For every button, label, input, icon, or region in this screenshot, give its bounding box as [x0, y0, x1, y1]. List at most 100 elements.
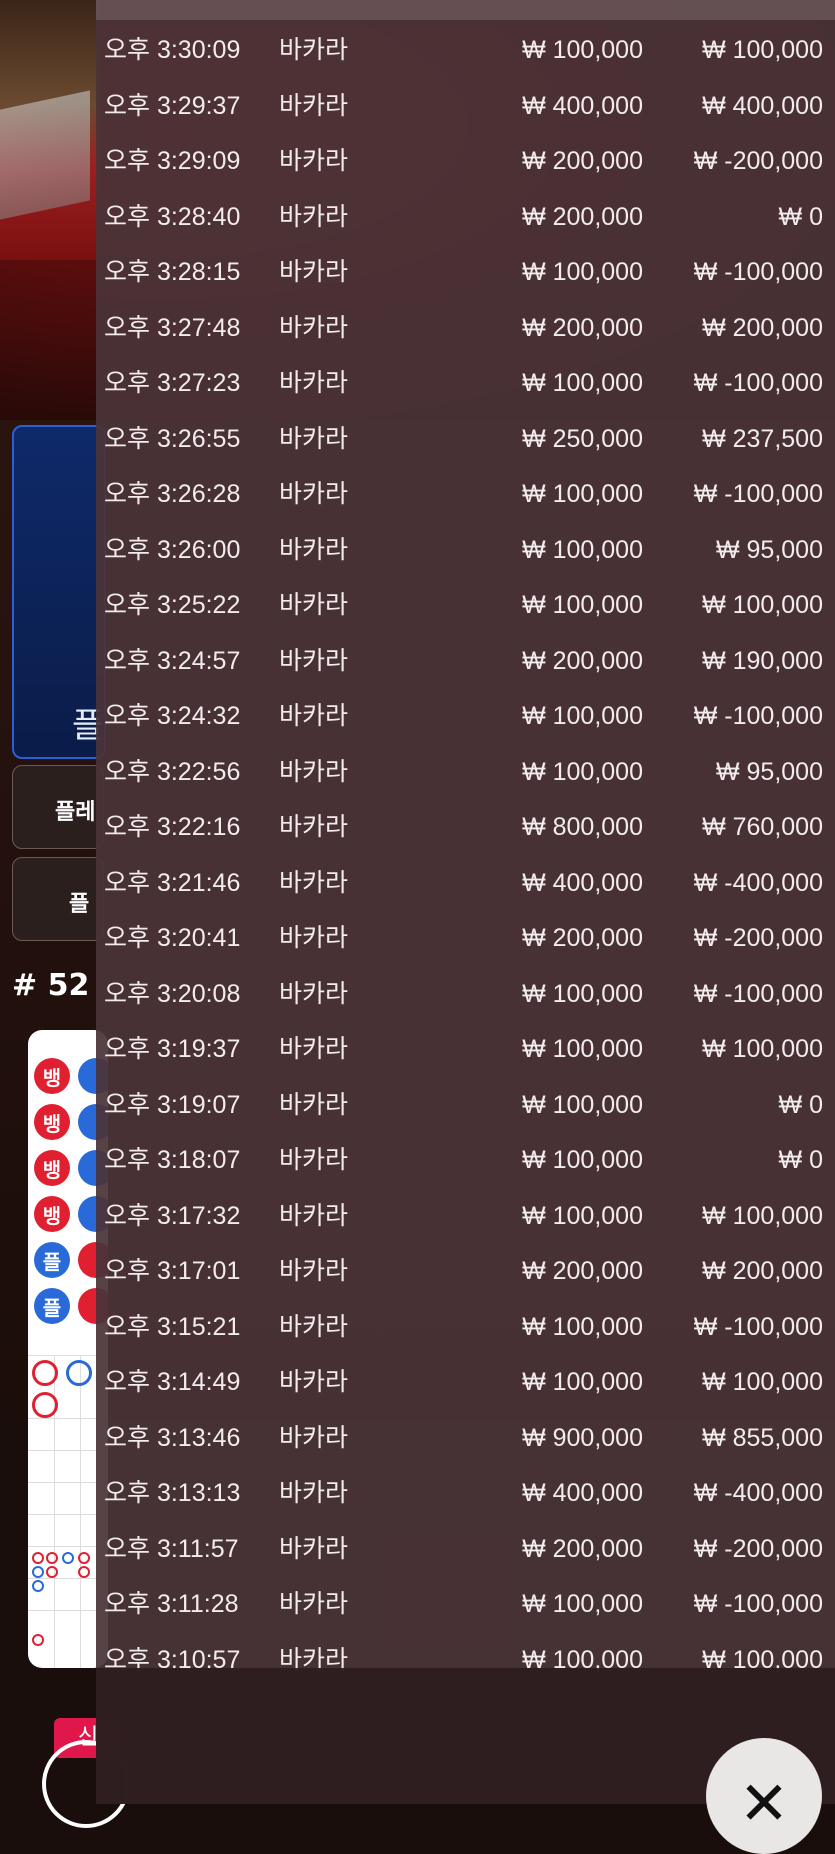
history-bet-amount: ₩ 200,000 — [522, 202, 643, 231]
history-row[interactable]: 오후 3:19:07 바카라 ₩ 100,000 ₩ 0 — [96, 1078, 835, 1134]
history-payout: ₩ -100,000 — [693, 1312, 823, 1341]
history-row[interactable]: 오후 3:14:49 바카라 ₩ 100,000 ₩ 100,000 — [96, 1355, 835, 1411]
history-row[interactable]: 오후 3:20:08 바카라 ₩ 100,000 ₩ -100,000 — [96, 967, 835, 1023]
history-row[interactable]: 오후 3:29:09 바카라 ₩ 200,000 ₩ -200,000 — [96, 134, 835, 190]
history-row[interactable]: 오후 3:26:00 바카라 ₩ 100,000 ₩ 95,000 — [96, 523, 835, 579]
history-time: 오후 3:30:09 — [104, 36, 241, 64]
history-payout: ₩ -100,000 — [693, 369, 823, 397]
history-bet-amount: ₩ 100,000 — [522, 480, 643, 508]
history-row[interactable]: 오후 3:29:37 바카라 ₩ 400,000 ₩ 400,000 — [96, 79, 835, 135]
history-row[interactable]: 오후 3:11:28 바카라 ₩ 100,000 ₩ -100,000 — [96, 1577, 835, 1633]
road-gridline — [80, 1355, 81, 1668]
history-row[interactable]: 오후 3:15:21 바카라 ₩ 100,000 ₩ -100,000 — [96, 1300, 835, 1356]
history-bet-amount: ₩ 400,000 — [522, 91, 643, 120]
history-game: 바카라 — [279, 91, 349, 120]
history-game: 바카라 — [279, 1090, 349, 1119]
history-row[interactable]: 오후 3:24:32 바카라 ₩ 100,000 ₩ -100,000 — [96, 689, 835, 745]
history-payout: ₩ 100,000 — [702, 1368, 823, 1396]
derived-road-mark — [32, 1634, 44, 1646]
history-list[interactable]: 오후 3:30:09 바카라 ₩ 100,000 ₩ 100,000 오후 3:29:3… — [96, 23, 835, 1688]
history-time: 오후 3:20:41 — [104, 924, 241, 952]
big-road-player — [66, 1360, 92, 1386]
history-time: 오후 3:13:46 — [104, 1423, 241, 1452]
history-time: 오후 3:25:22 — [104, 591, 241, 619]
history-row[interactable]: 오후 3:13:13 바카라 ₩ 400,000 ₩ -400,000 — [96, 1466, 835, 1522]
player-pair-button[interactable]: 플레 — [12, 765, 104, 849]
history-game: 바카라 — [279, 1479, 349, 1507]
close-button[interactable]: ✕ — [706, 1738, 822, 1854]
history-row[interactable]: 오후 3:24:57 바카라 ₩ 200,000 ₩ 190,000 — [96, 634, 835, 690]
derived-road-mark — [32, 1566, 44, 1578]
history-row[interactable]: 오후 3:30:09 바카라 ₩ 100,000 ₩ 100,000 — [96, 23, 835, 79]
history-row[interactable]: 오후 3:28:15 바카라 ₩ 100,000 ₩ -100,000 — [96, 245, 835, 301]
history-row[interactable]: 오후 3:17:01 바카라 ₩ 200,000 ₩ 200,000 — [96, 1244, 835, 1300]
history-bet-amount: ₩ 100,000 — [522, 702, 643, 730]
history-bet-amount: ₩ 200,000 — [522, 646, 643, 675]
history-time: 오후 3:27:23 — [104, 369, 241, 397]
history-row[interactable]: 오후 3:21:46 바카라 ₩ 400,000 ₩ -400,000 — [96, 856, 835, 912]
history-row[interactable]: 오후 3:25:22 바카라 ₩ 100,000 ₩ 100,000 — [96, 578, 835, 634]
history-game: 바카라 — [279, 1201, 349, 1230]
history-payout: ₩ -100,000 — [693, 979, 823, 1008]
history-time: 오후 3:17:01 — [104, 1257, 241, 1285]
bead-banker: 뱅 — [34, 1058, 70, 1094]
history-row[interactable]: 오후 3:19:37 바카라 ₩ 100,000 ₩ 100,000 — [96, 1022, 835, 1078]
history-time: 오후 3:22:56 — [104, 757, 241, 786]
history-payout: ₩ -200,000 — [693, 147, 823, 175]
history-row[interactable]: 오후 3:13:46 바카라 ₩ 900,000 ₩ 855,000 — [96, 1411, 835, 1467]
history-bet-amount: ₩ 100,000 — [522, 1312, 643, 1341]
history-game: 바카라 — [279, 1423, 349, 1452]
history-bet-amount: ₩ 100,000 — [522, 1590, 643, 1618]
history-row[interactable]: 오후 3:22:56 바카라 ₩ 100,000 ₩ 95,000 — [96, 745, 835, 801]
history-row[interactable]: 오후 3:20:41 바카라 ₩ 200,000 ₩ -200,000 — [96, 911, 835, 967]
history-game: 바카라 — [279, 369, 349, 397]
history-row[interactable]: 오후 3:22:16 바카라 ₩ 800,000 ₩ 760,000 — [96, 800, 835, 856]
history-bet-amount: ₩ 100,000 — [522, 979, 643, 1008]
history-time: 오후 3:22:16 — [104, 813, 241, 841]
history-bet-amount: ₩ 100,000 — [522, 36, 643, 64]
history-payout: ₩ 0 — [778, 202, 823, 231]
history-time: 오후 3:27:48 — [104, 313, 241, 342]
history-time: 오후 3:26:55 — [104, 424, 241, 453]
round-number: # 52 — [12, 968, 90, 1003]
history-payout: ₩ 95,000 — [715, 757, 823, 786]
history-bet-amount: ₩ 100,000 — [522, 757, 643, 786]
history-payout: ₩ 0 — [778, 1090, 823, 1119]
history-row[interactable]: 오후 3:27:23 바카라 ₩ 100,000 ₩ -100,000 — [96, 356, 835, 412]
bet-history-panel[interactable]: 오후 3:30:09 바카라 ₩ 100,000 ₩ 100,000 오후 3:29:3… — [96, 0, 835, 1804]
player-bonus-button[interactable]: 플 — [12, 857, 104, 941]
derived-road-mark — [78, 1566, 90, 1578]
history-row[interactable]: 오후 3:26:55 바카라 ₩ 250,000 ₩ 237,500 — [96, 412, 835, 468]
history-row[interactable]: 오후 3:28:40 바카라 ₩ 200,000 ₩ 0 — [96, 190, 835, 246]
history-bet-amount: ₩ 250,000 — [522, 424, 643, 453]
big-road-banker — [32, 1392, 58, 1418]
history-row[interactable]: 오후 3:11:57 바카라 ₩ 200,000 ₩ -200,000 — [96, 1522, 835, 1578]
history-row[interactable]: 오후 3:18:07 바카라 ₩ 100,000 ₩ 0 — [96, 1133, 835, 1189]
player-bet-area[interactable]: 플 — [12, 425, 106, 759]
history-payout: ₩ -400,000 — [693, 868, 823, 897]
history-game: 바카라 — [279, 1257, 349, 1285]
history-game: 바카라 — [279, 702, 349, 730]
history-row[interactable]: 오후 3:26:28 바카라 ₩ 100,000 ₩ -100,000 — [96, 467, 835, 523]
history-time: 오후 3:28:15 — [104, 258, 241, 286]
history-time: 오후 3:21:46 — [104, 868, 241, 897]
derived-road-mark — [62, 1552, 74, 1564]
history-game: 바카라 — [279, 1312, 349, 1341]
history-payout: ₩ 760,000 — [702, 813, 823, 841]
history-bet-amount: ₩ 100,000 — [522, 1146, 643, 1174]
history-row[interactable]: 오후 3:27:48 바카라 ₩ 200,000 ₩ 200,000 — [96, 301, 835, 357]
history-bet-amount: ₩ 100,000 — [522, 258, 643, 286]
history-game: 바카라 — [279, 868, 349, 897]
history-game: 바카라 — [279, 313, 349, 342]
history-time: 오후 3:26:28 — [104, 480, 241, 508]
history-time: 오후 3:11:57 — [104, 1534, 239, 1563]
history-time: 오후 3:29:09 — [104, 147, 241, 175]
history-bet-amount: ₩ 800,000 — [522, 813, 643, 841]
history-game: 바카라 — [279, 258, 349, 286]
history-bet-amount: ₩ 900,000 — [522, 1423, 643, 1452]
history-time: 오후 3:19:37 — [104, 1035, 241, 1063]
history-row[interactable]: 오후 3:17:32 바카라 ₩ 100,000 ₩ 100,000 — [96, 1189, 835, 1245]
history-bet-amount: ₩ 100,000 — [522, 1368, 643, 1396]
history-bet-amount: ₩ 400,000 — [522, 868, 643, 897]
history-payout: ₩ 100,000 — [702, 1201, 823, 1230]
